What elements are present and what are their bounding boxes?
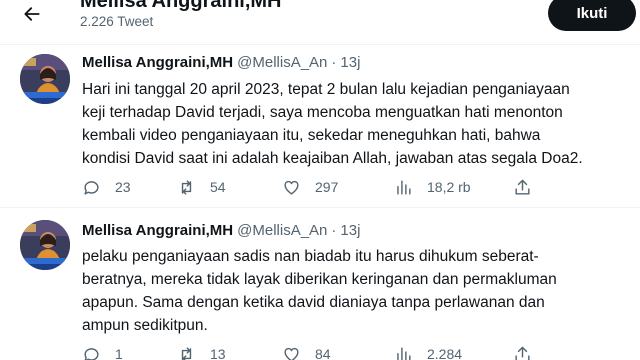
tweet[interactable]: Mellisa Anggraini,MH @MellisA_An · 13j Hari… <box>0 44 640 216</box>
tweet-text-line: Hari ini tanggal 20 april 2023, tepat 2 … <box>82 81 570 98</box>
views-chart-icon <box>397 346 411 360</box>
avatar[interactable] <box>20 220 70 270</box>
author-handle[interactable]: @MellisA_An <box>237 222 327 239</box>
tweet-text-line: ampun sedikitpun. <box>82 317 208 334</box>
tweet-actions: 23 54 297 18,2 rb <box>82 176 632 198</box>
tweet-text: pelaku penganiayaan sadis nan biadab itu… <box>82 245 630 337</box>
like-count: 297 <box>315 179 339 195</box>
views-chart-icon <box>397 179 411 195</box>
avatar-image <box>20 220 70 270</box>
reply-count: 23 <box>115 179 131 195</box>
views-count: 2.284 <box>427 346 463 360</box>
reply-button[interactable]: 1 <box>82 343 123 360</box>
tweet-text-line: kondisi David saat ini adalah keajaiban … <box>82 150 583 167</box>
tweet-time[interactable]: 13j <box>340 222 360 239</box>
retweet-button[interactable]: 13 <box>177 343 226 360</box>
tweet-actions: 1 13 84 2.284 <box>82 343 632 360</box>
tweet-time[interactable]: 13j <box>340 54 360 71</box>
share-button[interactable] <box>513 176 532 198</box>
author-name[interactable]: Mellisa Anggraini,MH <box>82 54 233 71</box>
follow-button[interactable]: Ikuti <box>548 0 636 31</box>
arrow-left-icon <box>24 7 40 21</box>
reply-icon <box>84 180 99 195</box>
retweet-icon <box>181 346 192 360</box>
retweet-count: 13 <box>210 346 226 360</box>
tweet-text-line: keji terhadap David terjadi, saya mencob… <box>82 104 563 121</box>
profile-header: Mellisa Anggraini,MH 2.226 Tweet Ikuti <box>0 0 640 44</box>
meta-separator: · <box>331 54 337 71</box>
like-button[interactable]: 297 <box>282 176 338 198</box>
tweet-text-line: kembali video penganiayaan itu, sekedar … <box>82 127 541 144</box>
tweet-text-line: pelaku penganiayaan sadis nan biadab itu… <box>82 248 539 265</box>
reply-button[interactable]: 23 <box>82 176 131 198</box>
retweet-button[interactable]: 54 <box>177 176 226 198</box>
reply-count: 1 <box>115 346 123 360</box>
views-button[interactable]: 2.284 <box>394 343 462 360</box>
views-count: 18,2 rb <box>427 179 471 195</box>
back-button[interactable] <box>16 0 48 28</box>
views-button[interactable]: 18,2 rb <box>394 176 471 198</box>
tweet-text-line: apapun. Sama dengan ketika david dianiay… <box>82 294 545 311</box>
author-handle[interactable]: @MellisA_An <box>237 54 327 71</box>
meta-separator: · <box>331 222 337 239</box>
tweet[interactable]: Mellisa Anggraini,MH @MellisA_An · 13j pela… <box>0 208 640 360</box>
tweet-count: 2.226 Tweet <box>80 14 154 29</box>
tweet-header: Mellisa Anggraini,MH @MellisA_An · 13j <box>82 222 360 239</box>
reply-icon <box>84 347 99 360</box>
profile-display-name: Mellisa Anggraini,MH <box>80 0 282 12</box>
tweet-text: Hari ini tanggal 20 april 2023, tepat 2 … <box>82 78 630 170</box>
tweet-text-line: beratnya, mereka tidak layak diberikan k… <box>82 271 557 288</box>
heart-icon <box>284 347 299 360</box>
retweet-count: 54 <box>210 179 226 195</box>
share-icon <box>515 346 530 360</box>
author-name[interactable]: Mellisa Anggraini,MH <box>82 222 233 239</box>
share-icon <box>515 179 530 195</box>
avatar[interactable] <box>20 54 70 104</box>
like-button[interactable]: 84 <box>282 343 331 360</box>
retweet-icon <box>181 179 192 195</box>
heart-icon <box>284 180 299 195</box>
avatar-image <box>20 54 70 104</box>
like-count: 84 <box>315 346 331 360</box>
tweet-header: Mellisa Anggraini,MH @MellisA_An · 13j <box>82 54 360 71</box>
share-button[interactable] <box>513 343 532 360</box>
